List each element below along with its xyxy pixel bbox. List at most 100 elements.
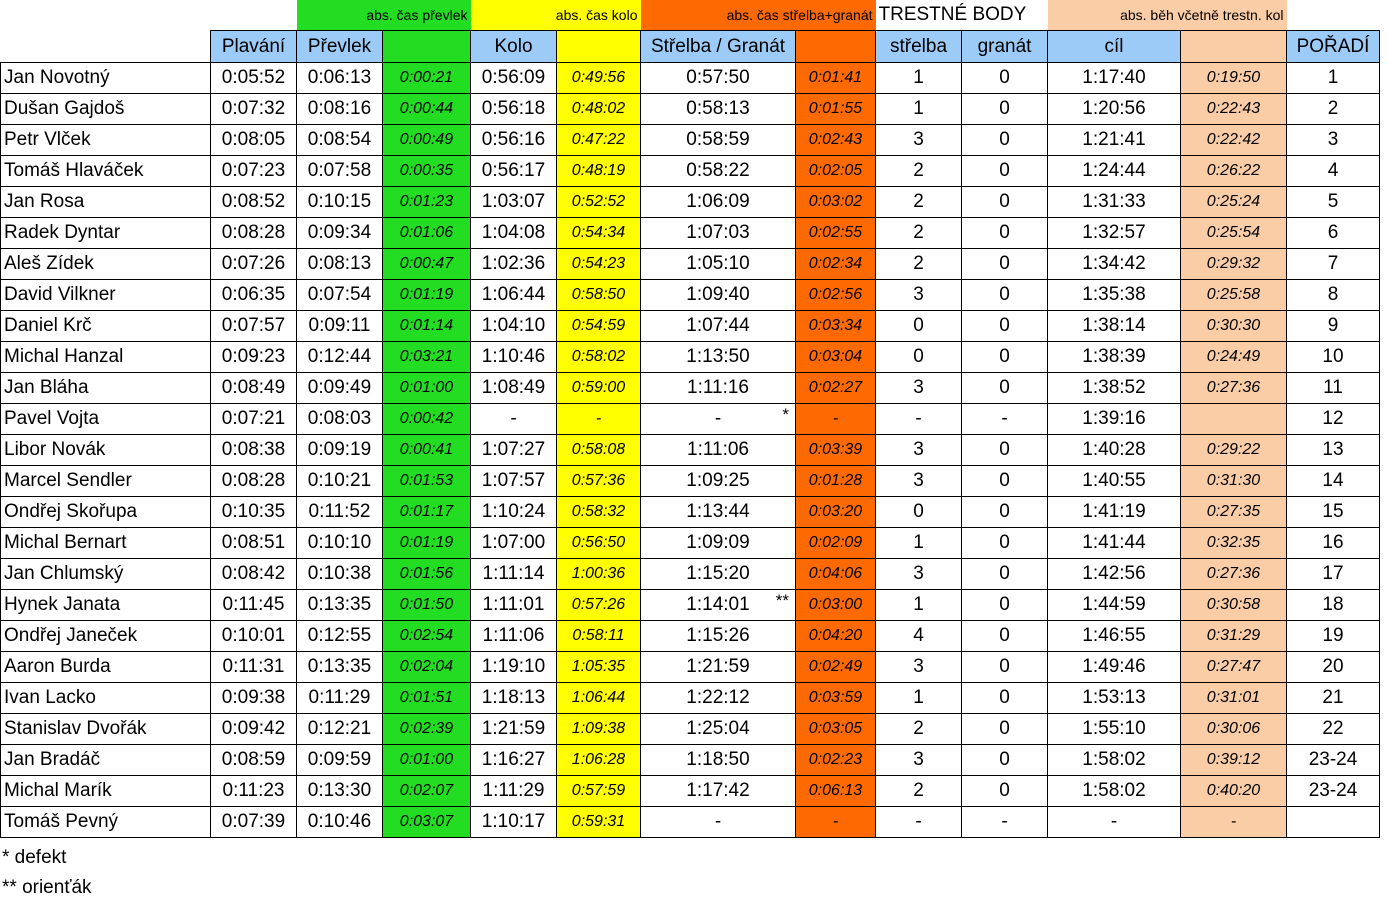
bike-time: 0:56:18 [470,93,557,125]
transition-time-value: 0:12:44 [307,346,372,367]
run-abs [1180,403,1287,435]
rank-value: 4 [1327,160,1339,181]
swim-time: 0:07:32 [210,93,297,125]
penalty-shooting-value: 3 [913,749,924,770]
penalty-grenade: 0 [961,62,1048,94]
finish-time: 1:35:38 [1047,279,1181,311]
table-row: Jan Chlumský 0:08:42 0:10:38 0:01:56 1:11:14… [0,558,1380,590]
rank: 16 [1286,527,1380,559]
transition-abs: 0:01:00 [382,372,471,404]
shoot-abs: 0:03:34 [795,310,876,342]
penalty-grenade-value: 0 [999,439,1010,460]
transition-time-value: 0:09:49 [307,377,372,398]
penalty-shooting-value: 1 [913,594,924,615]
penalty-grenade-value: 0 [999,191,1010,212]
rank-value: 2 [1327,98,1339,119]
table-row: Jan Bradáč 0:08:59 0:09:59 0:01:00 1:16:27 1:… [0,744,1380,776]
penalty-grenade: - [961,403,1048,435]
penalty-shooting: 3 [875,434,962,466]
bike-time-value: 1:10:46 [481,346,546,367]
bike-time-value: - [510,408,517,429]
run-abs-value: 0:27:36 [1206,565,1261,582]
finish-time-value: 1:39:16 [1082,408,1146,429]
rank-value: 23-24 [1308,749,1358,770]
athlete-name-value: Daniel Krč [4,315,92,336]
rank-value: 9 [1327,315,1339,336]
run-abs-value: 0:31:01 [1206,689,1261,706]
penalty-grenade: 0 [961,496,1048,528]
shoot-abs: 0:01:55 [795,93,876,125]
transition-time: 0:08:54 [296,124,383,156]
finish-time-value: 1:38:14 [1082,315,1146,336]
rank-value: 11 [1323,377,1343,398]
bike-abs-value: 0:58:11 [572,627,625,644]
shoot-abs-value: 0:03:39 [808,441,863,458]
table-row: Tomáš Hlaváček 0:07:23 0:07:58 0:00:35 0:56:… [0,155,1380,187]
bike-abs-value: 0:47:22 [571,131,626,148]
penalty-shooting: - [875,403,962,435]
transition-abs-value: 0:03:07 [399,813,454,830]
swim-time-value: 0:07:21 [221,408,286,429]
athlete-name: Dušan Gajdoš [0,93,211,125]
bike-abs: 0:56:50 [556,527,641,559]
run-abs-value: 0:19:50 [1206,69,1261,86]
swim-time: 0:07:57 [210,310,297,342]
bike-abs-value: 0:54:23 [571,255,626,272]
shoot-abs: - [795,403,876,435]
rank: 21 [1286,682,1380,714]
finish-time-value: 1:55:10 [1082,718,1146,739]
shoot-abs-value: - [832,813,839,830]
bike-time: 1:06:44 [470,279,557,311]
bike-abs: - [556,403,641,435]
shoot-abs-value: 0:04:06 [808,565,863,582]
penalty-shooting-value: 1 [913,98,924,119]
table-row: Jan Bláha 0:08:49 0:09:49 0:01:00 1:08:49 0:5… [0,372,1380,404]
finish-time: 1:55:10 [1047,713,1181,745]
finish-time: 1:34:42 [1047,248,1181,280]
shoot-time-value: 1:22:12 [686,687,750,708]
transition-abs-value: 0:01:56 [399,565,454,582]
athlete-name: Jan Bradáč [0,744,211,776]
penalty-grenade: 0 [961,651,1048,683]
penalty-grenade: 0 [961,620,1048,652]
shoot-abs-value: 0:02:05 [808,162,863,179]
run-abs: 0:39:12 [1180,744,1287,776]
bike-abs: 0:58:50 [556,279,641,311]
shoot-abs-value: 0:03:00 [808,596,863,613]
athlete-name-value: Petr Vlček [4,129,91,150]
bike-time: 1:10:17 [470,806,557,838]
athlete-name: Jan Rosa [0,186,211,218]
penalty-shooting-value: 3 [913,439,924,460]
table-row: Aleš Zídek 0:07:26 0:08:13 0:00:47 1:02:36 0:… [0,248,1380,280]
finish-time-value: 1:49:46 [1082,656,1146,677]
rank: 23-24 [1286,775,1380,807]
run-abs: 0:29:32 [1180,248,1287,280]
penalty-shooting: 3 [875,279,962,311]
penalty-grenade-value: 0 [999,780,1010,801]
finish-time: 1:39:16 [1047,403,1181,435]
col-shooting: střelba [875,30,962,63]
rank-value: 22 [1322,718,1344,739]
swim-time-value: 0:10:01 [221,625,286,646]
bike-abs-value: 1:05:35 [571,658,626,675]
bike-abs: 1:06:44 [556,682,641,714]
bike-abs: 0:59:00 [556,372,641,404]
finish-time: 1:46:55 [1047,620,1181,652]
swim-time: 0:09:42 [210,713,297,745]
bike-time: 0:56:16 [470,124,557,156]
bike-time-value: 1:10:24 [481,501,546,522]
bike-abs: 0:47:22 [556,124,641,156]
penalty-grenade-value: 0 [999,346,1010,367]
transition-abs: 0:01:17 [382,496,471,528]
swim-time: 0:09:38 [210,682,297,714]
swim-time: 0:08:51 [210,527,297,559]
bike-abs: 1:06:28 [556,744,641,776]
rank: 5 [1286,186,1380,218]
bike-time-value: 1:10:17 [481,811,546,832]
athlete-name: Hynek Janata [0,589,211,621]
penalty-shooting-value: 1 [913,687,924,708]
transition-abs-value: 0:00:49 [399,131,454,148]
shoot-abs-value: 0:03:05 [808,720,863,737]
penalty-shooting: 1 [875,589,962,621]
penalty-grenade: 0 [961,372,1048,404]
